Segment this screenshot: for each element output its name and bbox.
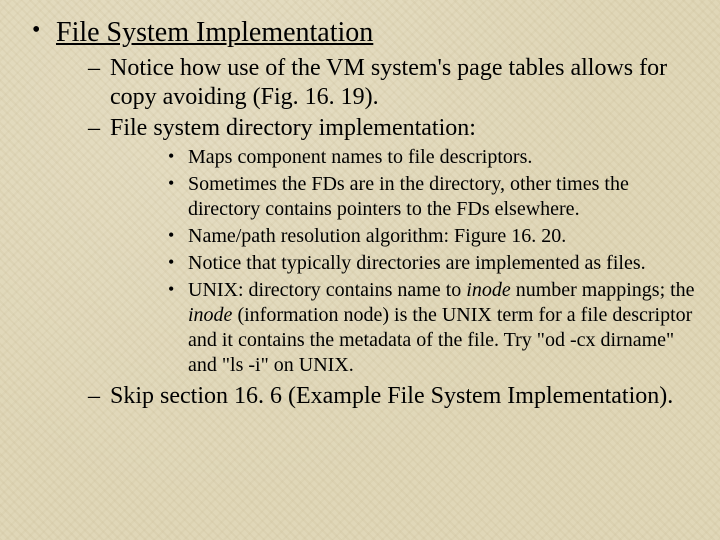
italic-term: inode [188,304,232,326]
text: Maps component names to file descriptors… [188,146,532,168]
text: Name/path resolution algorithm: Figure 1… [188,225,566,247]
list-item: File system directory implementation: Ma… [56,114,700,378]
list-item: Notice that typically directories are im… [110,251,700,276]
text: number mappings; the [511,279,695,301]
list-item: Maps component names to file descriptors… [110,145,700,170]
text: UNIX: directory contains name to [188,279,466,301]
list-item: Sometimes the FDs are in the directory, … [110,172,700,222]
bullet-list-level-1: File System Implementation Notice how us… [20,16,700,412]
text: Sometimes the FDs are in the directory, … [188,173,629,220]
text: Skip section 16. 6 (Example File System … [110,383,673,409]
list-item: Notice how use of the VM system's page t… [56,54,700,113]
text: Notice that typically directories are im… [188,252,646,274]
text: (information node) is the UNIX term for … [188,304,692,376]
slide-heading: File System Implementation [56,17,373,48]
list-item: File System Implementation Notice how us… [20,16,700,412]
bullet-list-level-2: Notice how use of the VM system's page t… [56,54,700,412]
italic-term: inode [466,279,510,301]
list-item: Name/path resolution algorithm: Figure 1… [110,224,700,249]
text: Notice how use of the VM system's page t… [110,55,667,110]
list-item: UNIX: directory contains name to inode n… [110,278,700,378]
text: File system directory implementation: [110,115,476,141]
list-item: Skip section 16. 6 (Example File System … [56,382,700,411]
bullet-list-level-3: Maps component names to file descriptors… [110,145,700,378]
slide: File System Implementation Notice how us… [0,0,720,438]
